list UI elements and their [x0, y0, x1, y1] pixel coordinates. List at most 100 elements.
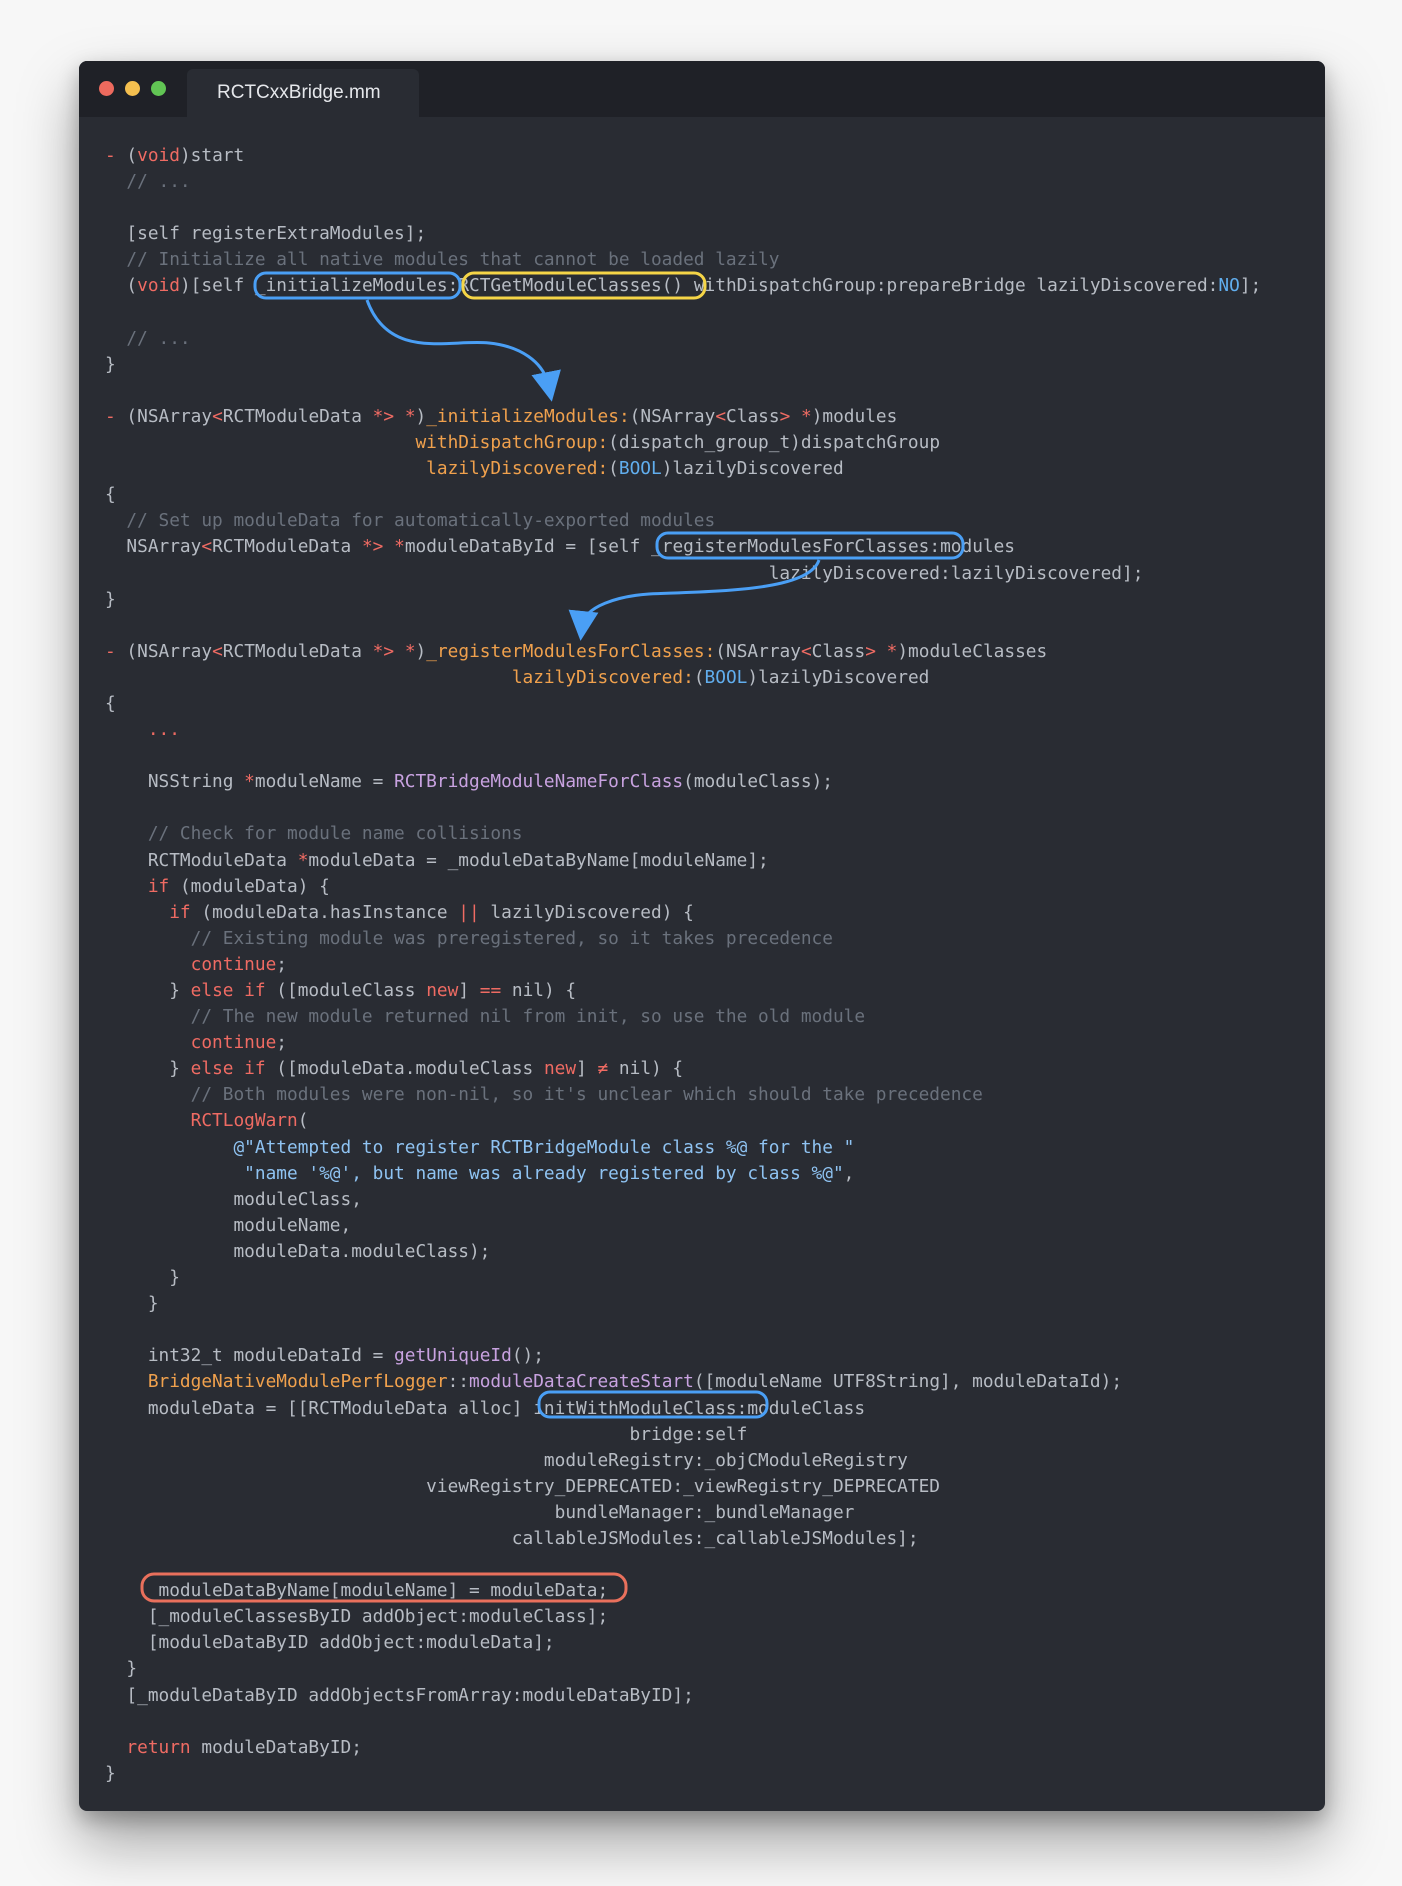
code-token: lazilyDiscovered) { — [479, 901, 694, 923]
code-token: lazilyDiscovered: — [426, 458, 609, 480]
code-token: (NSArray — [126, 405, 213, 427]
code-token: ( — [297, 1110, 309, 1132]
code-token: NSString — [105, 771, 245, 793]
code-line: int32_t moduleDataId = getUniqueId(); — [105, 1343, 1261, 1369]
code-token: * — [297, 849, 309, 871]
code-token: return — [105, 1736, 191, 1758]
code-line: } — [105, 1265, 1261, 1291]
code-line: moduleName, — [105, 1213, 1261, 1239]
code-token: moduleData = _moduleDataByName[moduleNam… — [308, 849, 769, 871]
code-line: // ... — [105, 326, 1261, 352]
code-token: ( — [126, 145, 138, 166]
code-token: ; — [276, 1032, 288, 1054]
code-token: RCTLogWarn — [105, 1110, 298, 1132]
code-token: lazilyDiscovered:lazilyDiscovered]; — [105, 562, 1144, 584]
close-window-icon[interactable] — [99, 81, 114, 96]
code-line: [moduleDataByID addObject:moduleData]; — [105, 1630, 1261, 1656]
code-token: * — [404, 640, 416, 662]
code-token: moduleDataByID; — [190, 1736, 362, 1758]
code-token: (moduleData) { — [169, 875, 330, 897]
code-token: moduleRegistry:_objCModuleRegistry — [105, 1449, 908, 1471]
code-token: } — [105, 588, 116, 610]
code-token: ([moduleName UTF8String], moduleDataId); — [693, 1371, 1123, 1393]
code-token: RCTModuleData — [105, 849, 298, 871]
code-token: ] — [458, 980, 480, 1001]
code-line: - (NSArray<RCTModuleData *> *)_initializ… — [105, 404, 1261, 430]
code-line: - (NSArray<RCTModuleData *> *)_registerM… — [105, 639, 1261, 665]
code-line: // Initialize all native modules that ca… — [105, 247, 1261, 273]
code-line: (void)[self _initializeModules:RCTGetMod… — [105, 273, 1261, 299]
code-token: _initializeModules — [254, 275, 448, 297]
code-token: ([moduleClass — [265, 980, 427, 1001]
code-token: _initializeModules: — [426, 405, 630, 427]
code-token: _moduleDataByName[moduleName] = moduleDa… — [105, 1580, 609, 1602]
code-token: moduleClass, — [105, 1188, 362, 1210]
code-token: moduleDataCreateStart — [469, 1371, 694, 1393]
code-token: continue — [105, 1032, 277, 1054]
zoom-window-icon[interactable] — [151, 81, 166, 96]
code-line: @"Attempted to register RCTBridgeModule … — [105, 1135, 1261, 1161]
code-token: moduleData = [[RCTModuleData alloc] init… — [105, 1397, 866, 1419]
code-token: )moduleClasses — [897, 640, 1048, 662]
code-token: > * — [779, 405, 812, 427]
code-token: ; — [276, 953, 288, 975]
code-token: ] — [576, 1058, 598, 1080]
code-token: )start — [179, 145, 245, 166]
code-line: } else if ([moduleData.moduleClass new] … — [105, 1056, 1261, 1082]
code-token: )[self — [179, 275, 255, 297]
code-token: RCTGetModuleClasses() — [458, 275, 684, 297]
minimize-window-icon[interactable] — [125, 81, 140, 96]
code-line: RCTModuleData *moduleData = _moduleDataB… — [105, 848, 1261, 874]
code-token: : — [447, 275, 459, 297]
code-token: (dispatch_group_t)dispatchGroup — [608, 432, 941, 454]
code-token: (NSArray — [126, 640, 213, 662]
code-token: nil) { — [501, 980, 577, 1001]
code-token: nil) { — [608, 1058, 684, 1080]
code-token: (moduleData.hasInstance — [190, 901, 459, 923]
code-token: [_moduleDataByID addObjectsFromArray:mod… — [105, 1684, 694, 1706]
code-token: - — [105, 405, 127, 427]
code-line: // ... — [105, 169, 1261, 195]
code-token: || — [458, 901, 480, 923]
code-token: if — [105, 901, 191, 923]
code-token: *> — [372, 405, 395, 427]
code-line: if (moduleData.hasInstance || lazilyDisc… — [105, 900, 1261, 926]
code-token: ( — [693, 666, 705, 688]
code-token: [_moduleClassesByID addObject:moduleClas… — [105, 1606, 609, 1628]
code-line: RCTLogWarn( — [105, 1108, 1261, 1134]
code-token: *> — [361, 536, 384, 558]
code-token: moduleName = — [254, 771, 395, 793]
code-token: - — [105, 640, 127, 662]
code-line: _moduleDataByName[moduleName] = moduleDa… — [105, 1578, 1261, 1604]
file-tab[interactable]: RCTCxxBridge.mm — [187, 69, 419, 117]
code-token: NO — [1218, 275, 1240, 297]
code-token: ([moduleData.moduleClass — [265, 1058, 544, 1080]
code-line: // Set up moduleData for automatically-e… — [105, 508, 1261, 534]
code-token: moduleData.moduleClass); — [105, 1240, 491, 1262]
code-token: BOOL — [618, 458, 662, 480]
code-token: ≠ — [597, 1058, 609, 1080]
code-token: withDispatchGroup:prepareBridge lazilyDi… — [683, 275, 1219, 297]
code-token: new — [426, 980, 459, 1001]
code-token: viewRegistry_DEPRECATED:_viewRegistry_DE… — [105, 1475, 941, 1497]
code-line: [self registerExtraModules]; — [105, 221, 1261, 247]
code-token: else if — [190, 1058, 266, 1080]
code-token: RCTBridgeModuleNameForClass — [394, 771, 684, 793]
code-token: // Check for module name collisions — [105, 823, 523, 845]
code-token: bundleManager:_bundleManager — [105, 1501, 855, 1523]
window-titlebar: RCTCxxBridge.mm — [79, 61, 1325, 117]
code-token: BridgeNativeModulePerfLogger — [105, 1371, 448, 1393]
code-token: // Set up moduleData for automatically-e… — [105, 510, 716, 532]
code-token: [moduleDataByID addObject:moduleData]; — [105, 1632, 555, 1654]
code-line: viewRegistry_DEPRECATED:_viewRegistry_DE… — [105, 1474, 1261, 1500]
code-token: BOOL — [704, 666, 748, 688]
